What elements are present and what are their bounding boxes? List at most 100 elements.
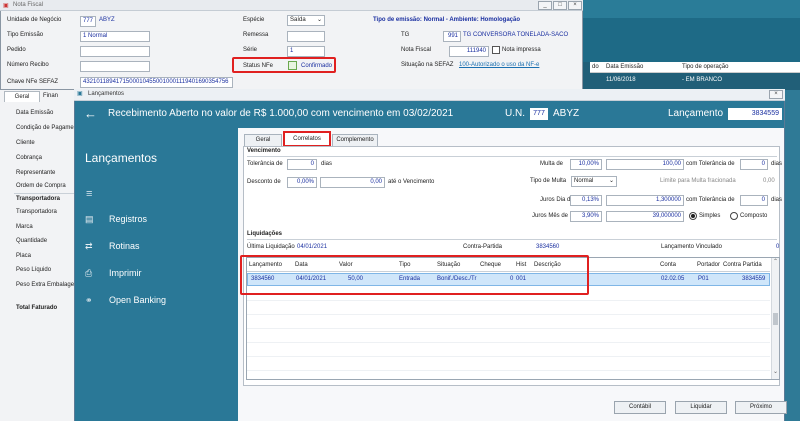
multa-tolerancia-field[interactable]: 0 [740, 159, 768, 170]
tolerancia-label: Tolerância de [247, 161, 283, 167]
grid-line [247, 328, 770, 329]
limite-label: Limite para Multa fracionada [660, 178, 736, 184]
nota-impressa-label: Nota impressa [502, 47, 541, 53]
background-app-strip [785, 90, 800, 421]
grid-header-col: do [592, 64, 599, 70]
liquidar-button[interactable]: Liquidar [675, 401, 727, 414]
side-field-label: Total Faturado [16, 305, 58, 311]
lancamento-label: Lançamento [668, 108, 724, 119]
tab-geral[interactable]: Geral [4, 91, 40, 102]
scrollbar-thumb[interactable] [773, 313, 778, 325]
tg-code-field[interactable]: 991 [443, 31, 461, 42]
situacao-link[interactable]: 100-Autorizado o uso da NF-e [459, 62, 539, 68]
nav-item-open-banking[interactable]: ⚭ Open Banking [85, 295, 166, 306]
un-code-field[interactable]: 777 [530, 108, 548, 120]
close-button[interactable]: × [568, 1, 582, 10]
nota-fiscal-titlebar: Nota Fiscal _ □ × [0, 0, 583, 11]
grid-line [247, 342, 770, 343]
composto-label: Composto [740, 213, 768, 219]
scroll-up-icon[interactable]: ⌃ [773, 258, 778, 265]
tab-complemento[interactable]: Complemento [332, 134, 378, 146]
close-button[interactable]: × [769, 90, 783, 99]
tolerancia-field[interactable]: 0 [287, 159, 317, 170]
ultima-liquidacao-value: 04/01/2021 [297, 244, 328, 250]
tipo-emissao-header: Tipo de emissão: Normal - Ambiente: Homo… [373, 17, 521, 23]
column-header[interactable]: Conta [660, 262, 676, 268]
grid-cell: - EM BRANCO [682, 77, 723, 83]
dialog-title: Lançamentos [88, 91, 125, 97]
juros-tolerancia-unit: dias [771, 197, 783, 203]
tab-financeiro[interactable]: Finan [43, 93, 58, 99]
tipo-emissao-label: Tipo Emissão [7, 32, 44, 38]
side-field-label: Marca [16, 224, 33, 230]
juros-dia-pct-field[interactable]: 0,13% [570, 195, 602, 206]
tab-geral[interactable]: Geral [244, 134, 282, 146]
nav-item-registros[interactable]: ▤ Registros [85, 214, 147, 225]
proximo-button[interactable]: Próximo [735, 401, 787, 414]
multa-tolerancia-label: com Tolerância de [686, 161, 735, 167]
juros-dia-value-field[interactable]: 1,300000 [606, 195, 684, 206]
grid-line [247, 300, 770, 301]
juros-tolerancia-label: com Tolerância de [686, 197, 735, 203]
maximize-button[interactable]: □ [553, 1, 567, 10]
nota-fiscal-field[interactable]: 111940 [449, 46, 489, 57]
table-cell: P01 [698, 276, 709, 282]
situacao-label: Situação na SEFAZ [401, 62, 454, 68]
desconto-pct-field[interactable]: 0,00% [287, 177, 317, 188]
numero-recibo-field[interactable] [80, 61, 150, 72]
contabil-button[interactable]: Contábil [614, 401, 666, 414]
tipo-emissao-field[interactable]: 1 Normal [80, 31, 150, 42]
juros-dia-label: Juros Dia de [540, 197, 574, 203]
scroll-down-icon[interactable]: ⌄ [773, 368, 778, 375]
juros-mes-value-field[interactable]: 39,000000 [606, 211, 684, 222]
juros-mes-pct-field[interactable]: 3,90% [570, 211, 602, 222]
grid-highlight-box [240, 255, 589, 295]
multa-value-field[interactable]: 100,00 [606, 159, 684, 170]
side-field-label: Quantidade [16, 238, 48, 244]
simples-radio[interactable] [689, 212, 697, 220]
column-header[interactable]: Contra Partida [723, 262, 762, 268]
chave-field[interactable]: 4321011894171500010455001000111940169035… [80, 77, 233, 88]
side-field-label: Cobrança [16, 155, 43, 161]
tab-correlatos[interactable]: Correlatos [283, 131, 331, 147]
menu-icon[interactable]: ≡ [86, 188, 92, 200]
multa-pct-field[interactable]: 10,00% [570, 159, 602, 170]
grid-header-col: Data Emissão [606, 64, 644, 70]
side-field-label: Transportadora [16, 196, 61, 202]
pedido-label: Pedido [7, 47, 26, 53]
side-field-label: Placa [16, 253, 32, 259]
liquidacoes-section-title: Liquidações [247, 231, 283, 237]
especie-select[interactable]: Saída ⌄ [287, 15, 325, 26]
juros-tolerancia-field[interactable]: 0 [740, 195, 768, 206]
lancamento-field[interactable]: 3834559 [728, 108, 782, 120]
grid-scrollbar[interactable]: ⌃ ⌄ [771, 258, 779, 379]
column-header[interactable]: Portador [697, 262, 720, 268]
pedido-field[interactable] [80, 46, 150, 57]
un-name: ABYZ [553, 108, 580, 119]
tipo-multa-select[interactable]: Normal ⌄ [571, 176, 617, 187]
remessa-field[interactable] [287, 31, 325, 42]
back-arrow-icon[interactable]: ← [84, 106, 97, 121]
grid-line [247, 314, 770, 315]
desconto-value-field[interactable]: 0,00 [320, 177, 385, 188]
side-field-label: Peso Extra Embalage [16, 282, 75, 288]
composto-radio[interactable] [730, 212, 738, 220]
contra-partida-value: 3834560 [536, 244, 560, 250]
limite-value: 0,00 [763, 178, 775, 184]
simples-label: Simples [699, 213, 721, 219]
side-field-label: Ordem de Compra [16, 183, 66, 189]
nav-item-rotinas[interactable]: ⇄ Rotinas [85, 241, 140, 252]
unidade-code-field[interactable]: 777 [80, 16, 96, 27]
minimize-button[interactable]: _ [538, 1, 552, 10]
serie-field[interactable]: 1 [287, 46, 325, 57]
tg-label: TG [401, 32, 410, 38]
nota-impressa-checkbox[interactable] [492, 46, 500, 54]
book-icon: ▤ [85, 214, 94, 224]
ultima-liquidacao-label: Última Liquidação [247, 244, 295, 250]
app-icon: ▣ [3, 3, 9, 9]
especie-label: Espécie [243, 17, 265, 23]
nav-item-imprimir[interactable]: ⎙ Imprimir [85, 268, 142, 279]
chevron-down-icon: ⌄ [608, 178, 614, 184]
juros-mes-label: Juros Mês de [532, 213, 569, 219]
divider [247, 156, 777, 157]
